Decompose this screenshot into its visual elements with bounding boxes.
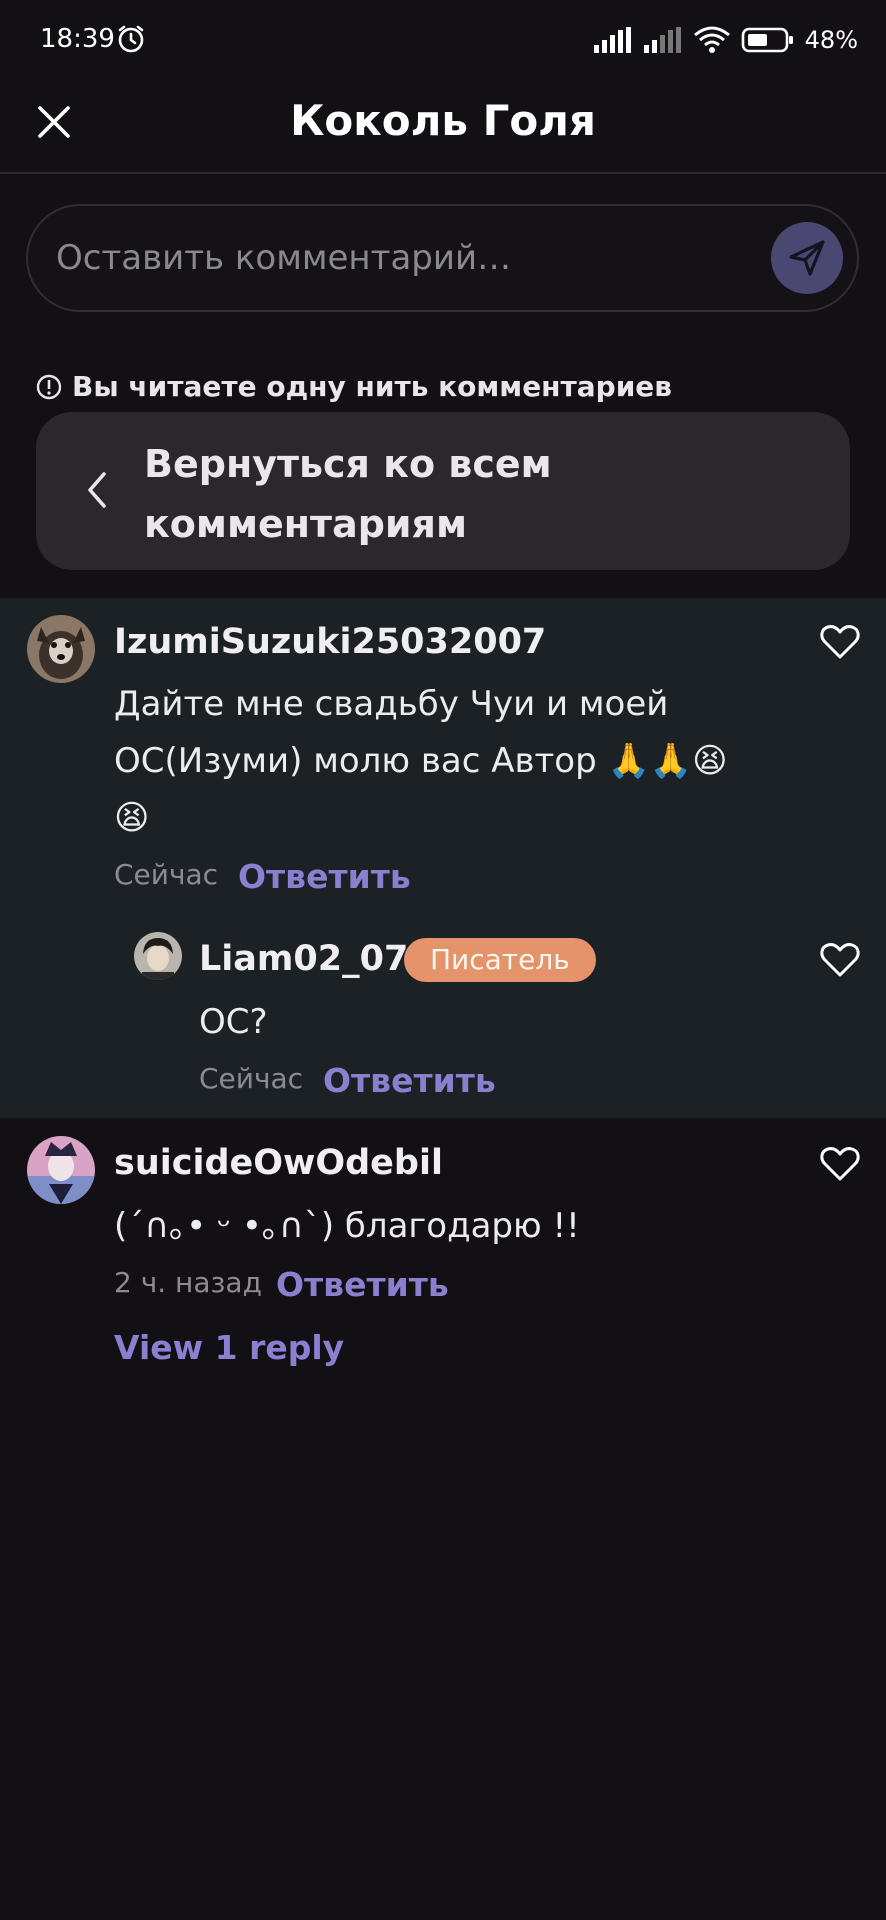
comment-placeholder: Оставить комментарий… [56,238,512,278]
battery-percent: 48% [804,26,858,54]
comment-body: ОС? [199,1002,268,1042]
comment-input[interactable]: Оставить комментарий… [26,204,859,312]
send-icon [789,240,825,276]
alarm-icon [118,25,144,53]
person-avatar-image [134,932,182,980]
comment-time: 2 ч. назад [114,1266,262,1299]
signal-weak-icon [643,27,681,53]
send-button[interactable] [771,222,843,294]
header: Коколь Голя [0,80,886,174]
reply-button[interactable]: Ответить [238,857,411,896]
anime-avatar-image [27,1136,95,1204]
author-badge: Писатель [404,938,596,982]
reply-button[interactable]: Ответить [276,1265,449,1304]
status-bar: 18:39 48% [0,0,886,80]
thread-notice: Вы читаете одну нить комментариев [36,370,672,403]
screen: 18:39 48% Коколь Голя Оставить комментар… [0,0,886,1920]
comment-username[interactable]: IzumiSuzuki25032007 [114,622,546,662]
comment-username[interactable]: suicideOwOdebil [114,1143,443,1183]
avatar[interactable] [27,1136,95,1204]
chevron-left-icon [88,472,106,508]
dog-avatar-image [27,615,95,683]
heart-icon[interactable] [820,624,860,660]
comment-time: Сейчас [199,1062,304,1095]
battery-icon [741,27,793,53]
wifi-icon [693,26,730,53]
comment-body: (´∩｡• ᵕ •｡∩`) благодарю !! [114,1206,580,1246]
view-replies-link[interactable]: View 1 reply [114,1328,344,1367]
status-time: 18:39 [40,24,115,54]
reply-button[interactable]: Ответить [323,1061,496,1100]
thread-notice-text: Вы читаете одну нить комментариев [72,370,673,403]
comment-body: Дайте мне свадьбу Чуи и моей ОС(Изуми) м… [114,684,728,838]
avatar[interactable] [27,615,95,683]
comment-time: Сейчас [114,858,219,891]
comment-username[interactable]: Liam02_07 [199,939,408,979]
page-title: Коколь Голя [290,96,596,145]
heart-icon[interactable] [820,1146,860,1182]
back-to-all-comments-button[interactable]: Вернуться ко всем комментариям [36,412,850,570]
back-label: Вернуться ко всем комментариям [144,442,552,546]
status-icons: 48% [593,26,858,54]
info-icon [36,374,62,399]
signal-icon [593,27,631,53]
heart-icon[interactable] [820,942,860,978]
avatar[interactable] [134,932,182,980]
